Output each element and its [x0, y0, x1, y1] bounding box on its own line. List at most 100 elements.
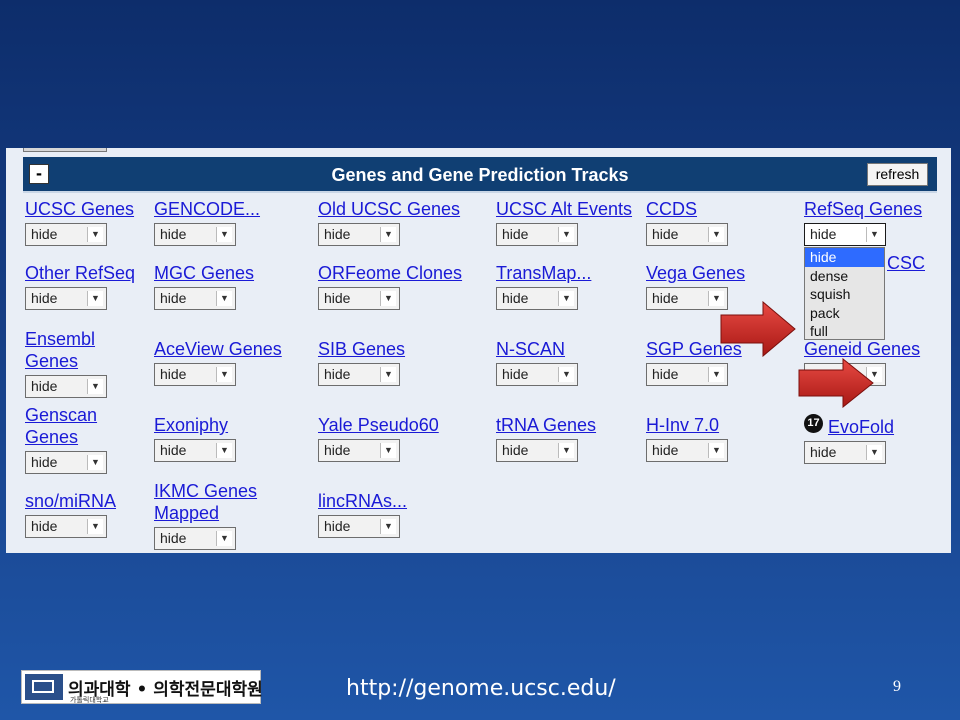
visibility-select[interactable]: hide ▼: [318, 363, 400, 386]
track-ucsc-genes: UCSC Genes hide ▼: [25, 198, 134, 246]
visibility-select[interactable]: hide ▼: [25, 515, 107, 538]
visibility-select[interactable]: hide ▼: [25, 223, 107, 246]
dropdown-option-squish[interactable]: squish: [805, 285, 884, 304]
visibility-select[interactable]: hide ▼: [496, 287, 578, 310]
chevron-down-icon: ▼: [558, 367, 574, 382]
visibility-select[interactable]: hide ▼: [154, 287, 236, 310]
visibility-dropdown-list: hide dense squish pack full: [804, 247, 885, 340]
track-link[interactable]: Vega Genes: [646, 262, 745, 284]
visibility-select[interactable]: hide ▼: [25, 451, 107, 474]
track-transmap: TransMap... hide ▼: [496, 262, 591, 310]
track-old-ucsc-genes: Old UCSC Genes hide ▼: [318, 198, 460, 246]
visibility-select[interactable]: hide ▼: [318, 515, 400, 538]
track-n-scan: N-SCAN hide ▼: [496, 338, 578, 386]
track-link[interactable]: tRNA Genes: [496, 414, 596, 436]
visibility-select[interactable]: hide ▼: [646, 223, 728, 246]
track-link[interactable]: Old UCSC Genes: [318, 198, 460, 220]
chevron-down-icon: ▼: [558, 227, 574, 242]
track-h-inv: H-Inv 7.0 hide ▼: [646, 414, 728, 462]
track-link[interactable]: Other RefSeq: [25, 262, 135, 284]
visibility-select[interactable]: hide ▼: [154, 527, 236, 550]
visibility-select[interactable]: hide ▼: [154, 439, 236, 462]
track-evofold-select: hide ▼: [804, 416, 886, 464]
visibility-select[interactable]: hide ▼: [804, 441, 886, 464]
track-link[interactable]: RefSeq Genes: [804, 198, 922, 220]
browser-screenshot: - Genes and Gene Prediction Tracks refre…: [6, 148, 951, 553]
track-link[interactable]: Yale Pseudo60: [318, 414, 439, 436]
track-link[interactable]: lincRNAs...: [318, 490, 407, 512]
chevron-down-icon: ▼: [87, 379, 103, 394]
track-mgc-genes: MGC Genes hide ▼: [154, 262, 254, 310]
chevron-down-icon: ▼: [216, 227, 232, 242]
track-yale-pseudo60: Yale Pseudo60 hide ▼: [318, 414, 439, 462]
visibility-select[interactable]: hide ▼: [25, 287, 107, 310]
chevron-down-icon: ▼: [708, 443, 724, 458]
dropdown-option-dense[interactable]: dense: [805, 267, 884, 286]
track-other-refseq: Other RefSeq hide ▼: [25, 262, 135, 310]
track-link[interactable]: ORFeome Clones: [318, 262, 462, 284]
track-aceview-genes: AceView Genes hide ▼: [154, 338, 282, 386]
track-gencode: GENCODE... hide ▼: [154, 198, 260, 246]
visibility-select[interactable]: hide ▼: [646, 287, 728, 310]
chevron-down-icon: ▼: [87, 227, 103, 242]
track-link[interactable]: SIB Genes: [318, 338, 405, 360]
track-trna-genes: tRNA Genes hide ▼: [496, 414, 596, 462]
visibility-select[interactable]: hide ▼: [318, 439, 400, 462]
track-lincrnas: lincRNAs... hide ▼: [318, 490, 407, 538]
track-link[interactable]: UCSC Genes: [25, 198, 134, 220]
chevron-down-icon: ▼: [558, 443, 574, 458]
track-link[interactable]: Exoniphy: [154, 414, 236, 436]
track-link[interactable]: N-SCAN: [496, 338, 578, 360]
visibility-select[interactable]: hide ▼: [154, 223, 236, 246]
track-link[interactable]: TransMap...: [496, 262, 591, 284]
footer-url: http://genome.ucsc.edu/: [346, 676, 616, 701]
dropdown-option-pack[interactable]: pack: [805, 304, 884, 323]
chevron-down-icon: ▼: [87, 519, 103, 534]
track-link[interactable]: Geneid Genes: [804, 338, 920, 360]
refresh-button[interactable]: refresh: [867, 163, 928, 186]
track-link[interactable]: CCDS: [646, 198, 728, 220]
chevron-down-icon: ▼: [708, 367, 724, 382]
visibility-select[interactable]: hide ▼: [154, 363, 236, 386]
red-arrow-icon: [720, 301, 796, 357]
track-link[interactable]: sno/miRNA: [25, 490, 116, 512]
track-link[interactable]: UCSC Alt Events: [496, 198, 632, 220]
chevron-down-icon: ▼: [380, 291, 396, 306]
dropdown-option-full[interactable]: full: [805, 322, 884, 341]
visibility-select[interactable]: hide ▼: [318, 287, 400, 310]
dropdown-option-hide[interactable]: hide: [805, 248, 884, 267]
track-link[interactable]: MGC Genes: [154, 262, 254, 284]
track-link[interactable]: Ensembl Genes: [25, 328, 135, 372]
visibility-select[interactable]: hide ▼: [496, 439, 578, 462]
track-group-title: Genes and Gene Prediction Tracks: [331, 165, 629, 185]
chevron-down-icon: ▼: [380, 519, 396, 534]
chevron-down-icon: ▼: [87, 455, 103, 470]
visibility-select[interactable]: hide ▼: [496, 223, 578, 246]
track-genscan-genes: Genscan Genes hide ▼: [25, 404, 135, 474]
chevron-down-icon: ▼: [380, 443, 396, 458]
track-link[interactable]: IKMC Genes Mapped: [154, 480, 264, 524]
university-logo: 의과대학 • 의학전문대학원 가톨릭대학교: [21, 670, 263, 704]
chevron-down-icon: ▼: [558, 291, 574, 306]
visibility-select[interactable]: hide ▼: [646, 439, 728, 462]
chevron-down-icon: ▼: [216, 443, 232, 458]
visibility-select[interactable]: hide ▼: [496, 363, 578, 386]
logo-subtext: 가톨릭대학교: [70, 696, 109, 704]
visibility-select-open[interactable]: hide ▼: [804, 223, 886, 246]
visibility-select[interactable]: hide ▼: [25, 375, 107, 398]
track-link[interactable]: Genscan Genes: [25, 404, 135, 448]
chevron-down-icon: ▼: [866, 227, 882, 242]
chevron-down-icon: ▼: [866, 445, 882, 460]
track-orfeome-clones: ORFeome Clones hide ▼: [318, 262, 462, 310]
visibility-select[interactable]: hide ▼: [318, 223, 400, 246]
track-link[interactable]: AceView Genes: [154, 338, 282, 360]
track-sib-genes: SIB Genes hide ▼: [318, 338, 405, 386]
track-link[interactable]: CSC: [887, 252, 925, 274]
chevron-down-icon: ▼: [216, 531, 232, 546]
track-link[interactable]: H-Inv 7.0: [646, 414, 728, 436]
red-arrow-icon: [798, 358, 874, 408]
track-exoniphy: Exoniphy hide ▼: [154, 414, 236, 462]
track-sno-mirna: sno/miRNA hide ▼: [25, 490, 116, 538]
track-link[interactable]: GENCODE...: [154, 198, 260, 220]
visibility-select[interactable]: hide ▼: [646, 363, 728, 386]
